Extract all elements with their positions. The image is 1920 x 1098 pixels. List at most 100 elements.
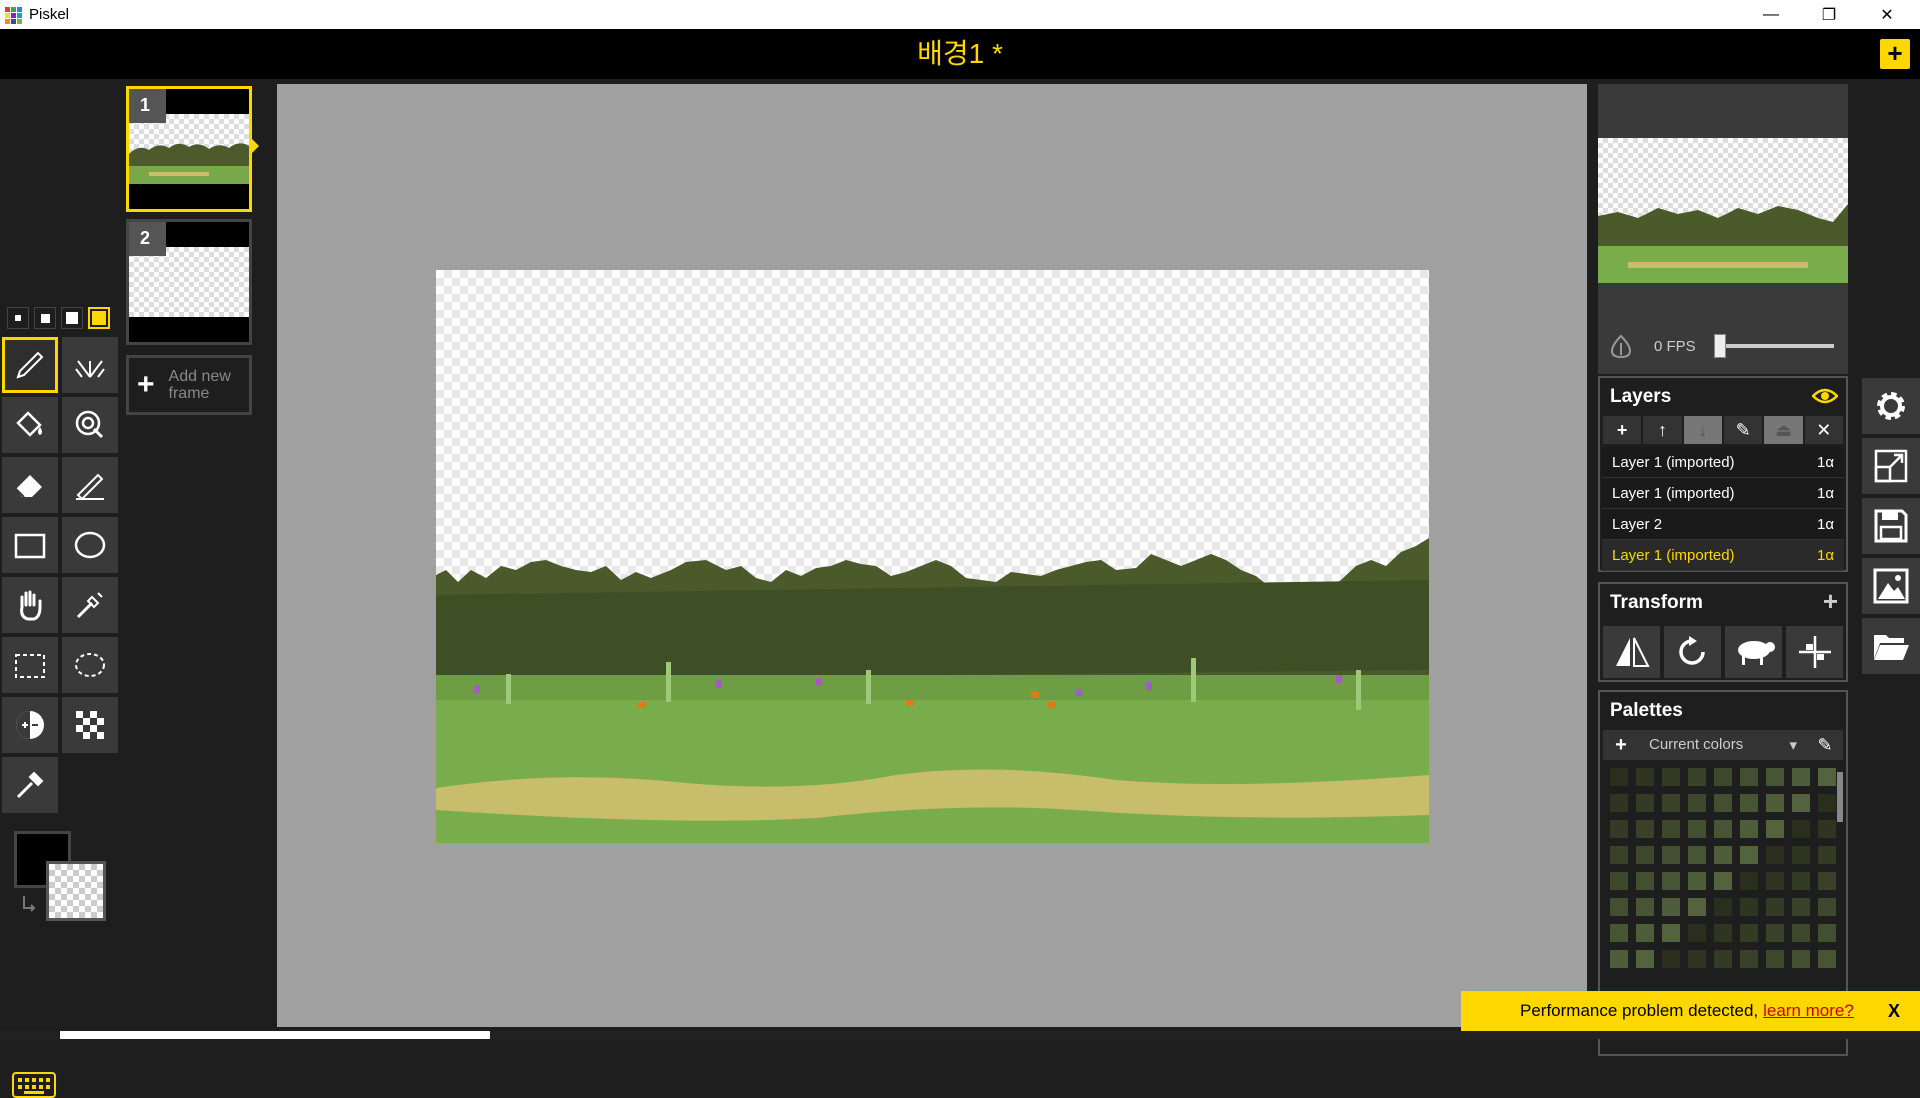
palette-color-swatch[interactable] [1766, 846, 1784, 864]
add-transform-icon[interactable]: + [1823, 586, 1838, 617]
palette-color-swatch[interactable] [1792, 820, 1810, 838]
palette-color-swatch[interactable] [1636, 898, 1654, 916]
palette-color-swatch[interactable] [1714, 924, 1732, 942]
palette-color-swatch[interactable] [1766, 794, 1784, 812]
pen-size-1[interactable] [7, 307, 29, 329]
edit-palette-button[interactable]: ✎ [1807, 735, 1843, 756]
open-button[interactable] [1862, 618, 1920, 674]
dismiss-notification-button[interactable]: X [1888, 1001, 1900, 1022]
save-button[interactable] [1862, 498, 1920, 554]
palette-color-swatch[interactable] [1610, 950, 1628, 968]
palette-color-swatch[interactable] [1610, 846, 1628, 864]
vertical-mirror-pen-tool[interactable] [62, 337, 118, 393]
flip-button[interactable] [1603, 626, 1660, 678]
resize-button[interactable] [1862, 438, 1920, 494]
layer-opacity[interactable]: 1α [1817, 516, 1834, 533]
palette-color-swatch[interactable] [1610, 820, 1628, 838]
move-layer-down-button[interactable]: ↓ [1683, 416, 1722, 444]
layer-item-selected[interactable]: Layer 1 (imported) 1α [1602, 540, 1844, 571]
palette-color-swatch[interactable] [1636, 924, 1654, 942]
swap-colors-icon[interactable] [20, 894, 40, 914]
palette-color-swatch[interactable] [1714, 898, 1732, 916]
palette-color-swatch[interactable] [1792, 846, 1810, 864]
stroke-tool[interactable] [62, 457, 118, 513]
settings-button[interactable] [1862, 378, 1920, 434]
palette-color-swatch[interactable] [1740, 794, 1758, 812]
palette-color-swatch[interactable] [1662, 924, 1680, 942]
palette-color-swatch[interactable] [1818, 794, 1836, 812]
taskbar-search-field[interactable] [60, 1031, 490, 1039]
palette-color-swatch[interactable] [1610, 924, 1628, 942]
pen-tool[interactable] [2, 337, 58, 393]
onion-skin-icon[interactable] [1608, 333, 1634, 359]
palette-color-swatch[interactable] [1766, 898, 1784, 916]
circle-tool[interactable] [62, 517, 118, 573]
rectangle-select-tool[interactable] [2, 637, 58, 693]
palette-color-swatch[interactable] [1662, 820, 1680, 838]
minimize-button[interactable]: — [1742, 0, 1800, 29]
palette-color-swatch[interactable] [1636, 872, 1654, 890]
move-layer-up-button[interactable]: ↑ [1643, 416, 1682, 444]
add-palette-button[interactable]: + [1603, 734, 1639, 757]
layer-opacity[interactable]: 1α [1817, 547, 1834, 564]
export-button[interactable] [1862, 558, 1920, 614]
palette-color-swatch[interactable] [1662, 794, 1680, 812]
palette-color-swatch[interactable] [1662, 872, 1680, 890]
palette-color-swatch[interactable] [1688, 846, 1706, 864]
palette-color-swatch[interactable] [1636, 950, 1654, 968]
lasso-select-tool[interactable] [62, 637, 118, 693]
palette-scrollbar[interactable] [1837, 772, 1843, 822]
palette-color-swatch[interactable] [1714, 872, 1732, 890]
palette-color-swatch[interactable] [1688, 820, 1706, 838]
dithering-tool[interactable] [62, 697, 118, 753]
delete-layer-button[interactable]: ✕ [1804, 416, 1843, 444]
palette-color-swatch[interactable] [1740, 924, 1758, 942]
palette-color-swatch[interactable] [1610, 872, 1628, 890]
palette-color-swatch[interactable] [1818, 898, 1836, 916]
shape-select-tool[interactable] [62, 577, 118, 633]
edit-layer-button[interactable]: ✎ [1723, 416, 1763, 444]
add-new-frame-button[interactable]: + Add new frame [126, 355, 252, 415]
palette-color-swatch[interactable] [1714, 846, 1732, 864]
palette-color-swatch[interactable] [1688, 924, 1706, 942]
palette-color-swatch[interactable] [1662, 768, 1680, 786]
palette-color-swatch[interactable] [1766, 924, 1784, 942]
palette-color-swatch[interactable] [1818, 846, 1836, 864]
keyboard-shortcuts-icon[interactable] [12, 1072, 56, 1098]
clone-button[interactable] [1725, 626, 1782, 678]
pen-size-2[interactable] [34, 307, 56, 329]
palette-color-swatch[interactable] [1740, 846, 1758, 864]
palette-color-swatch[interactable] [1714, 794, 1732, 812]
palette-color-swatch[interactable] [1740, 950, 1758, 968]
palette-color-swatch[interactable] [1818, 924, 1836, 942]
palette-color-swatch[interactable] [1662, 950, 1680, 968]
center-button[interactable] [1786, 626, 1843, 678]
document-title[interactable]: 배경1 * [0, 29, 1920, 79]
add-layer-button[interactable]: + [1603, 416, 1642, 444]
color-picker-tool[interactable] [2, 757, 58, 813]
frame-1[interactable]: 1 [126, 86, 259, 212]
drawing-canvas[interactable] [436, 270, 1429, 843]
palette-color-swatch[interactable] [1688, 898, 1706, 916]
palette-color-swatch[interactable] [1636, 820, 1654, 838]
palette-color-swatch[interactable] [1740, 872, 1758, 890]
palette-color-swatch[interactable] [1792, 872, 1810, 890]
palette-color-swatch[interactable] [1636, 846, 1654, 864]
palette-color-swatch[interactable] [1766, 768, 1784, 786]
layer-item[interactable]: Layer 1 (imported) 1α [1602, 447, 1844, 478]
palette-color-swatch[interactable] [1766, 950, 1784, 968]
lighten-tool[interactable] [2, 697, 58, 753]
pen-size-3[interactable] [61, 307, 83, 329]
layer-opacity[interactable]: 1α [1817, 485, 1834, 502]
palette-select[interactable]: Current colors ▾ [1639, 736, 1807, 754]
layer-item[interactable]: Layer 2 1α [1602, 509, 1844, 540]
palette-color-swatch[interactable] [1714, 768, 1732, 786]
palette-color-swatch[interactable] [1662, 898, 1680, 916]
palette-color-swatch[interactable] [1766, 820, 1784, 838]
palette-color-swatch[interactable] [1740, 898, 1758, 916]
layer-opacity[interactable]: 1α [1817, 454, 1834, 471]
palette-color-swatch[interactable] [1662, 846, 1680, 864]
palette-color-swatch[interactable] [1688, 872, 1706, 890]
palette-color-swatch[interactable] [1818, 768, 1836, 786]
palette-color-swatch[interactable] [1792, 924, 1810, 942]
